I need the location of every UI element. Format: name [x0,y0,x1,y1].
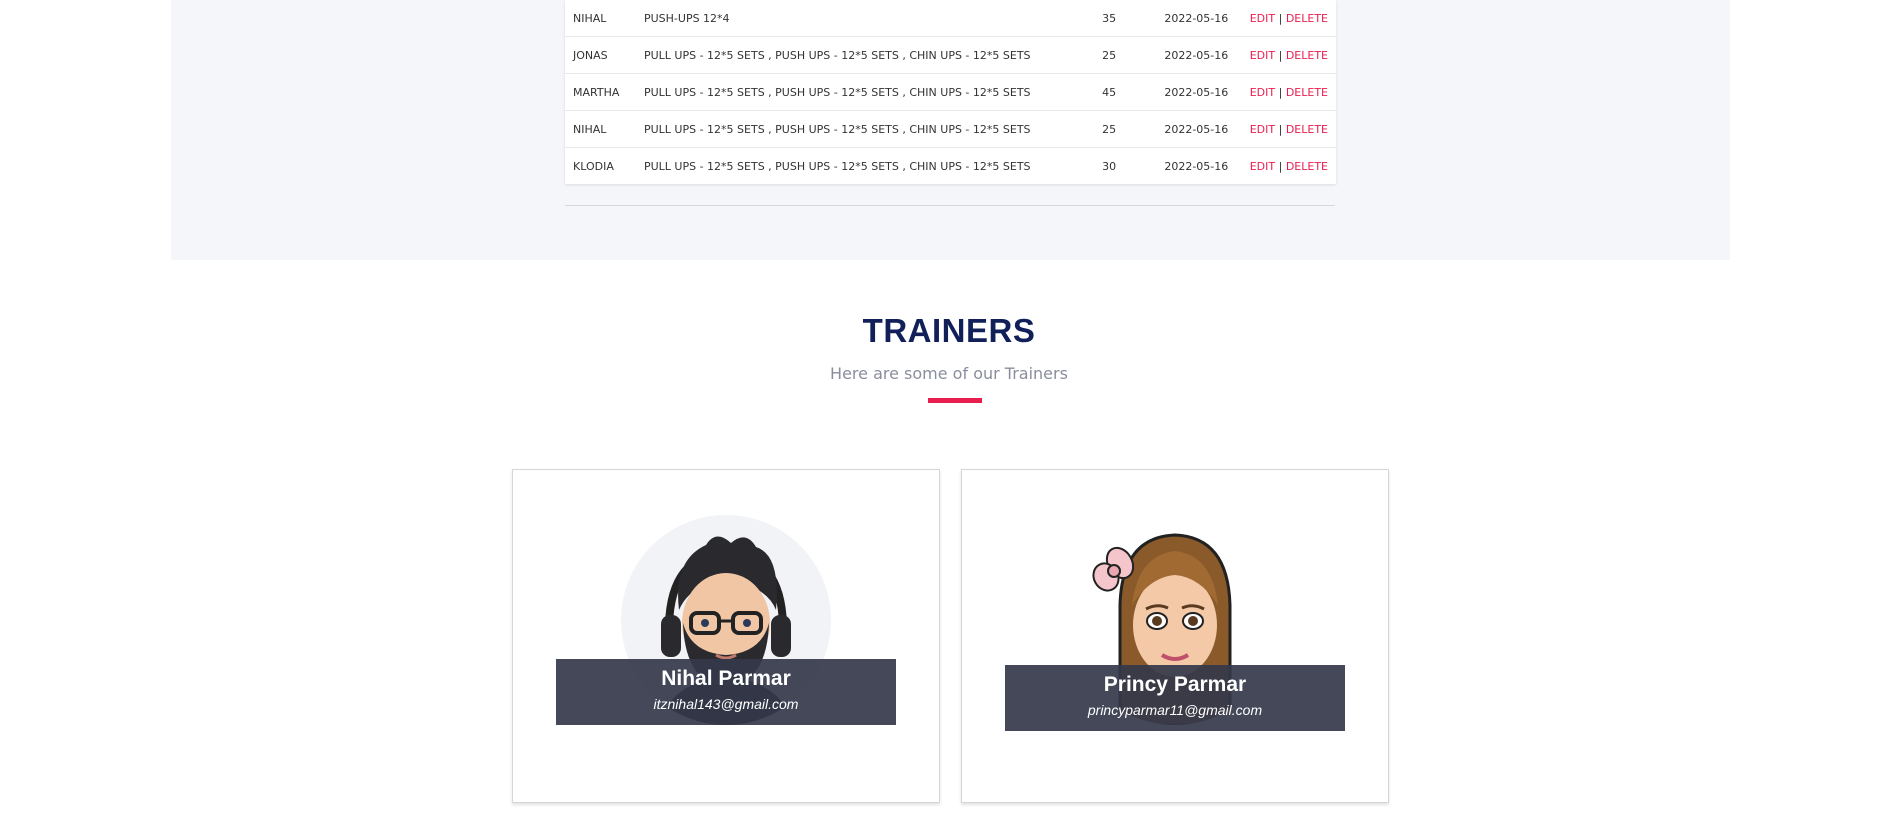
workout-cell: PULL UPS - 12*5 SETS , PUSH UPS - 12*5 S… [635,147,1089,184]
action-separator: | [1278,85,1283,99]
delete-link[interactable]: DELETE [1286,123,1328,136]
workout-cell: PULL UPS - 12*5 SETS , PUSH UPS - 12*5 S… [635,36,1089,74]
trainer-email[interactable]: princyparmar11@gmail.com [1005,702,1345,718]
action-separator: | [1278,48,1283,62]
date-cell: 2022-05-16 [1156,110,1242,148]
table-row: NIHAL PUSH-UPS 12*4 35 2022-05-16 EDIT |… [565,0,1336,37]
action-separator: | [1278,122,1283,136]
workout-table: NIHAL PUSH-UPS 12*4 35 2022-05-16 EDIT |… [565,0,1336,184]
value-cell: 45 [1088,73,1157,111]
actions-cell: EDIT | DELETE [1241,36,1336,74]
date-cell: 2022-05-16 [1156,73,1242,111]
delete-link[interactable]: DELETE [1286,160,1328,173]
actions-cell: EDIT | DELETE [1241,147,1336,184]
trainer-card[interactable]: Nihal Parmar itznihal143@gmail.com [512,469,940,803]
edit-link[interactable]: EDIT [1250,160,1275,173]
member-name-cell: MARTHA [565,73,636,111]
value-cell: 25 [1088,36,1157,74]
workout-cell: PULL UPS - 12*5 SETS , PUSH UPS - 12*5 S… [635,73,1089,111]
section-divider [565,205,1335,206]
trainers-heading: TRAINERS [862,312,1036,349]
actions-cell: EDIT | DELETE [1242,0,1336,37]
table-row: JONAS PULL UPS - 12*5 SETS , PUSH UPS - … [565,36,1336,74]
delete-link[interactable]: DELETE [1286,86,1328,99]
member-name-cell: KLODIA [565,147,636,184]
trainer-info-overlay: Princy Parmar princyparmar11@gmail.com [1005,665,1345,731]
member-name-cell: NIHAL [573,11,607,25]
trainer-email[interactable]: itznihal143@gmail.com [556,696,896,712]
member-name-cell: NIHAL [565,110,636,148]
action-separator: | [1278,159,1283,173]
trainer-info-overlay: Nihal Parmar itznihal143@gmail.com [556,659,896,725]
workout-cell: PUSH-UPS 12*4 [643,11,730,25]
table-row: NIHAL PULL UPS - 12*5 SETS , PUSH UPS - … [565,110,1336,148]
date-cell: 2022-05-16 [1164,11,1229,25]
edit-link[interactable]: EDIT [1250,123,1275,136]
trainer-card[interactable]: Princy Parmar princyparmar11@gmail.com [961,469,1389,803]
member-name-cell: JONAS [565,36,636,74]
workout-table-section: NIHAL PUSH-UPS 12*4 35 2022-05-16 EDIT |… [171,0,1730,260]
delete-link[interactable]: DELETE [1286,49,1328,62]
value-cell: 35 [1102,11,1117,25]
date-cell: 2022-05-16 [1156,36,1242,74]
action-separator: | [1278,11,1283,25]
value-cell: 25 [1088,110,1157,148]
heading-underline [928,398,982,403]
workout-cell: PULL UPS - 12*5 SETS , PUSH UPS - 12*5 S… [635,110,1089,148]
trainer-name: Princy Parmar [1103,673,1247,696]
delete-link[interactable]: DELETE [1286,12,1328,25]
edit-link[interactable]: EDIT [1250,86,1275,99]
trainers-subtitle: Here are some of our Trainers [830,364,1068,383]
edit-link[interactable]: EDIT [1250,12,1275,25]
table-row: KLODIA PULL UPS - 12*5 SETS , PUSH UPS -… [565,147,1336,184]
date-cell: 2022-05-16 [1156,147,1242,184]
value-cell: 30 [1088,147,1157,184]
actions-cell: EDIT | DELETE [1241,73,1336,111]
trainer-name: Nihal Parmar [661,667,791,690]
table-row: MARTHA PULL UPS - 12*5 SETS , PUSH UPS -… [565,73,1336,111]
actions-cell: EDIT | DELETE [1241,110,1336,148]
edit-link[interactable]: EDIT [1250,49,1275,62]
